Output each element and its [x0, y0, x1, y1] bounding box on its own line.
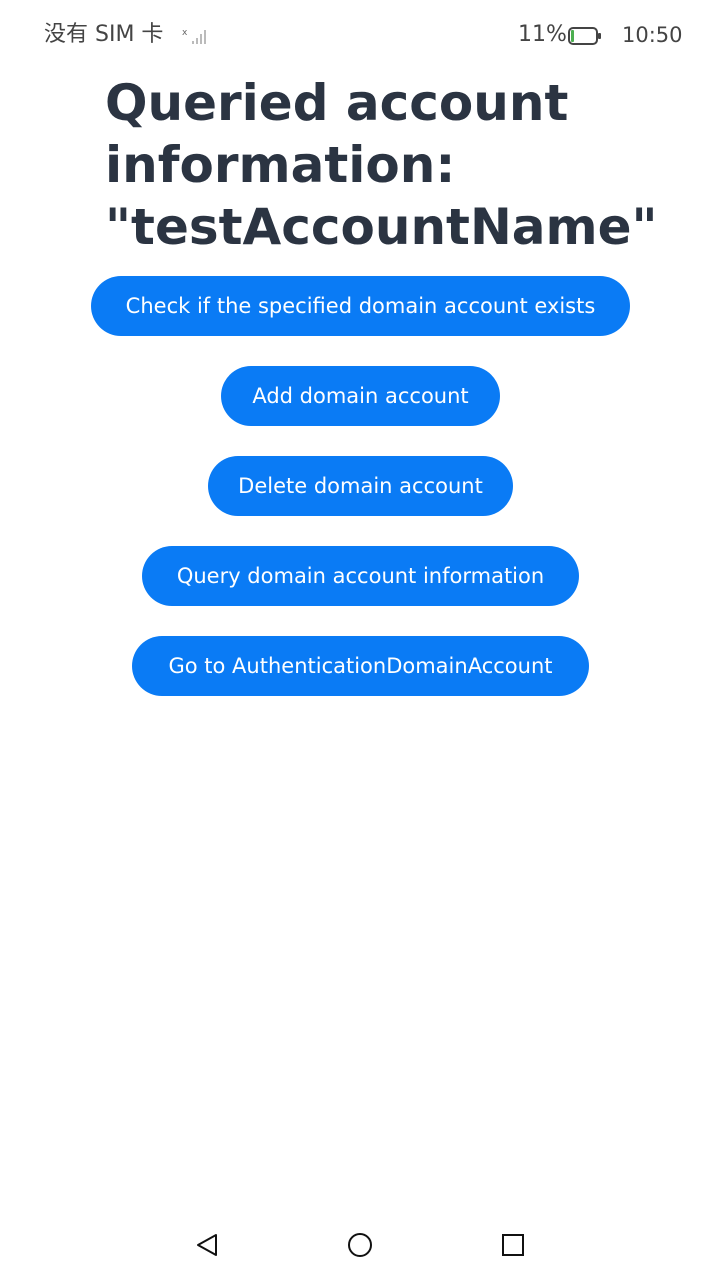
go-to-authentication-button[interactable]: Go to AuthenticationDomainAccount — [132, 636, 589, 696]
carrier-label: 没有 SIM 卡 — [44, 22, 164, 47]
query-domain-account-button[interactable]: Query domain account information — [142, 546, 579, 606]
delete-domain-account-button[interactable]: Delete domain account — [208, 456, 513, 516]
battery-percent: 11% — [518, 22, 567, 47]
home-circle-icon[interactable] — [345, 1230, 375, 1260]
recent-square-icon[interactable] — [498, 1230, 528, 1260]
clock: 10:50 — [622, 23, 683, 47]
navigation-bar — [0, 1210, 720, 1280]
check-account-exists-button[interactable]: Check if the specified domain account ex… — [91, 276, 630, 336]
svg-text:x: x — [182, 28, 188, 38]
battery-icon — [568, 26, 602, 46]
page-title: Queried account information: "testAccoun… — [105, 74, 658, 256]
status-bar: 没有 SIM 卡 x 11% 10:50 — [0, 0, 720, 70]
signal-icon: x — [182, 26, 210, 46]
add-domain-account-button[interactable]: Add domain account — [221, 366, 500, 426]
back-triangle-icon[interactable] — [192, 1230, 222, 1260]
